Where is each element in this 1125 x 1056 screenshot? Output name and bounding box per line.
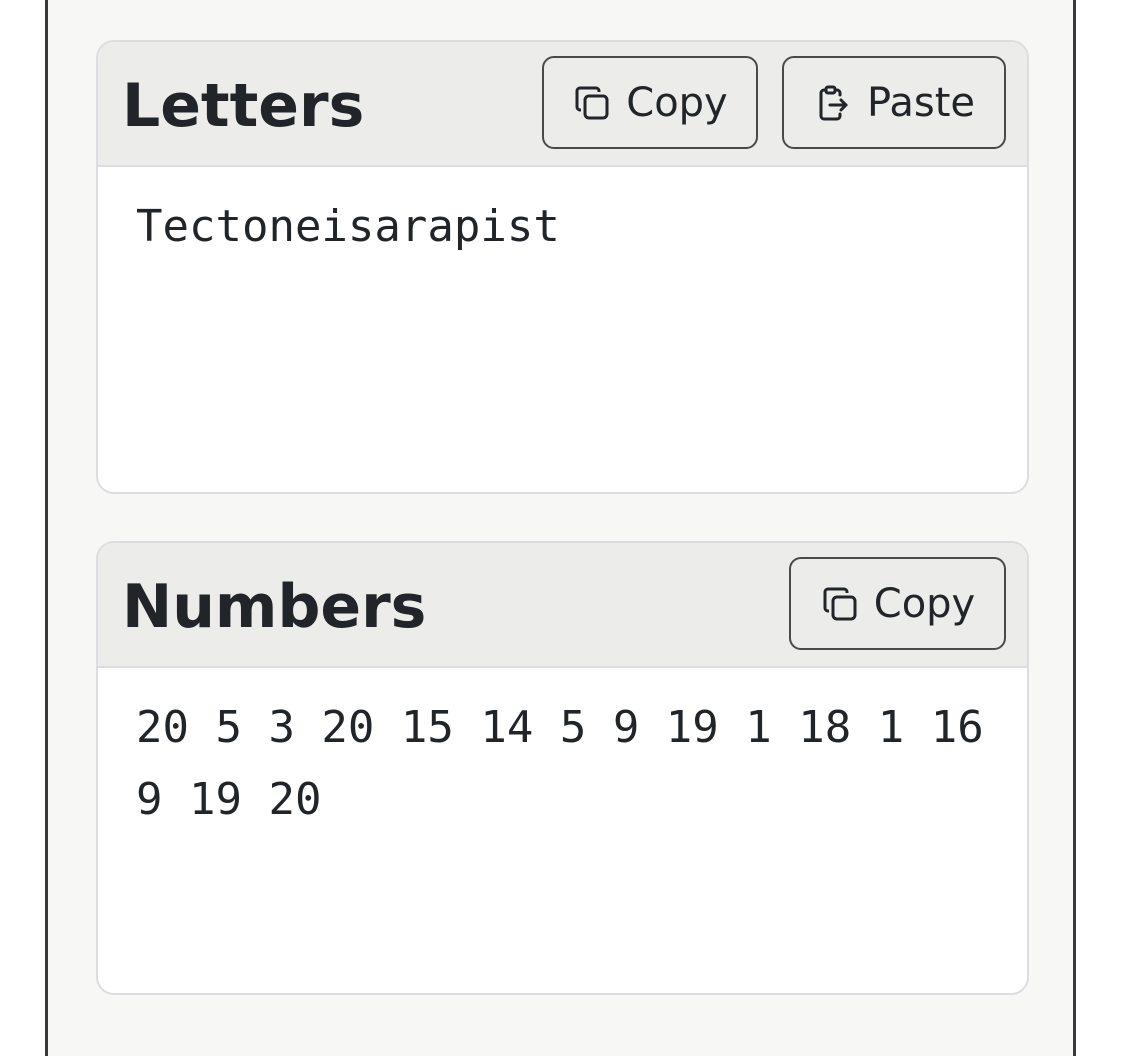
letters-title: Letters (122, 71, 365, 141)
numbers-title: Numbers (122, 572, 427, 642)
numbers-copy-label: Copy (873, 580, 976, 627)
paste-icon (813, 83, 853, 123)
numbers-header: Numbers Copy (98, 543, 1027, 668)
letters-copy-label: Copy (626, 79, 728, 126)
letters-header: Letters Copy Paste (98, 42, 1027, 167)
copy-icon (820, 584, 860, 624)
letters-card: Letters Copy Paste Tectoneisarapist (96, 40, 1029, 494)
numbers-card: Numbers Copy 20 5 3 20 15 14 5 9 19 1 18… (96, 541, 1029, 995)
letters-textarea[interactable]: Tectoneisarapist (98, 167, 1027, 287)
letters-paste-button[interactable]: Paste (782, 56, 1006, 149)
numbers-copy-button[interactable]: Copy (789, 557, 1006, 650)
numbers-textarea[interactable]: 20 5 3 20 15 14 5 9 19 1 18 1 16 9 19 20 (98, 668, 1027, 860)
letters-copy-button[interactable]: Copy (542, 56, 758, 149)
letters-paste-label: Paste (867, 79, 975, 126)
copy-icon (572, 83, 612, 123)
